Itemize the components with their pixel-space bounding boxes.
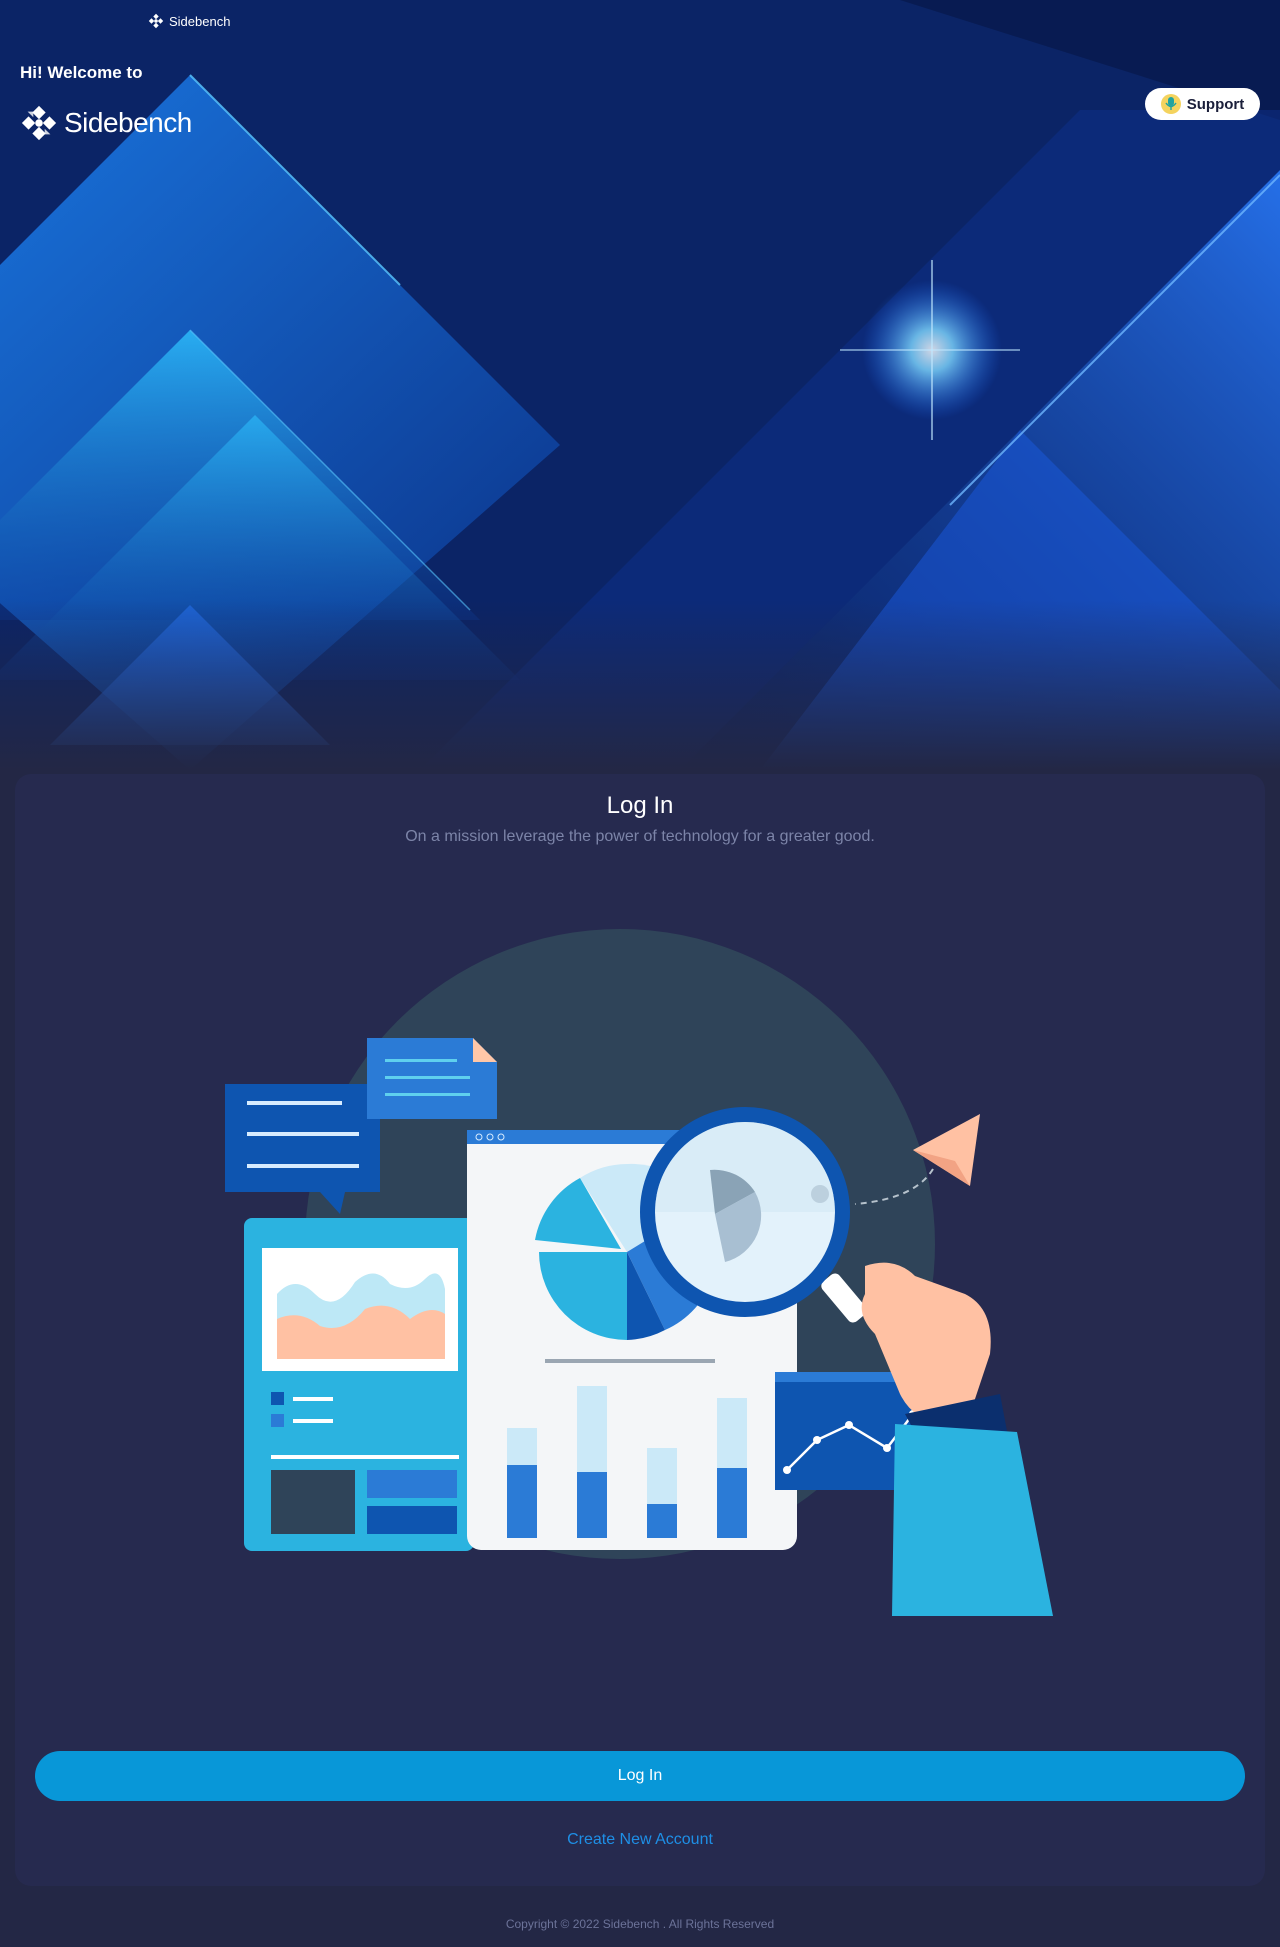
top-logo-text: Sidebench (169, 13, 231, 29)
create-account-link[interactable]: Create New Account (15, 1831, 1265, 1849)
top-logo[interactable]: Sidebench (147, 12, 230, 30)
sidebench-logo-icon (21, 105, 57, 141)
document-bubble-icon (367, 1038, 497, 1119)
login-card: Log In On a mission leverage the power o… (15, 774, 1265, 1886)
support-button[interactable]: Support (1145, 88, 1260, 120)
brand-logo: Sidebench (20, 104, 192, 142)
welcome-text: Hi! Welcome to (20, 63, 143, 82)
analytics-illustration (225, 929, 1053, 1616)
brand-name: Sidebench (64, 107, 192, 138)
hero-background (0, 0, 1280, 770)
login-button[interactable]: Log In (35, 1751, 1245, 1801)
sidebench-logo-icon (148, 13, 164, 29)
support-icon (1160, 94, 1181, 114)
hero-banner: Sidebench Hi! Welcome to Sidebench Suppo… (0, 0, 1280, 770)
support-label: Support (1186, 95, 1245, 113)
report-panel (244, 1218, 474, 1551)
footer-copyright: Copyright © 2022 Sidebench . All Rights … (505, 1917, 775, 1931)
